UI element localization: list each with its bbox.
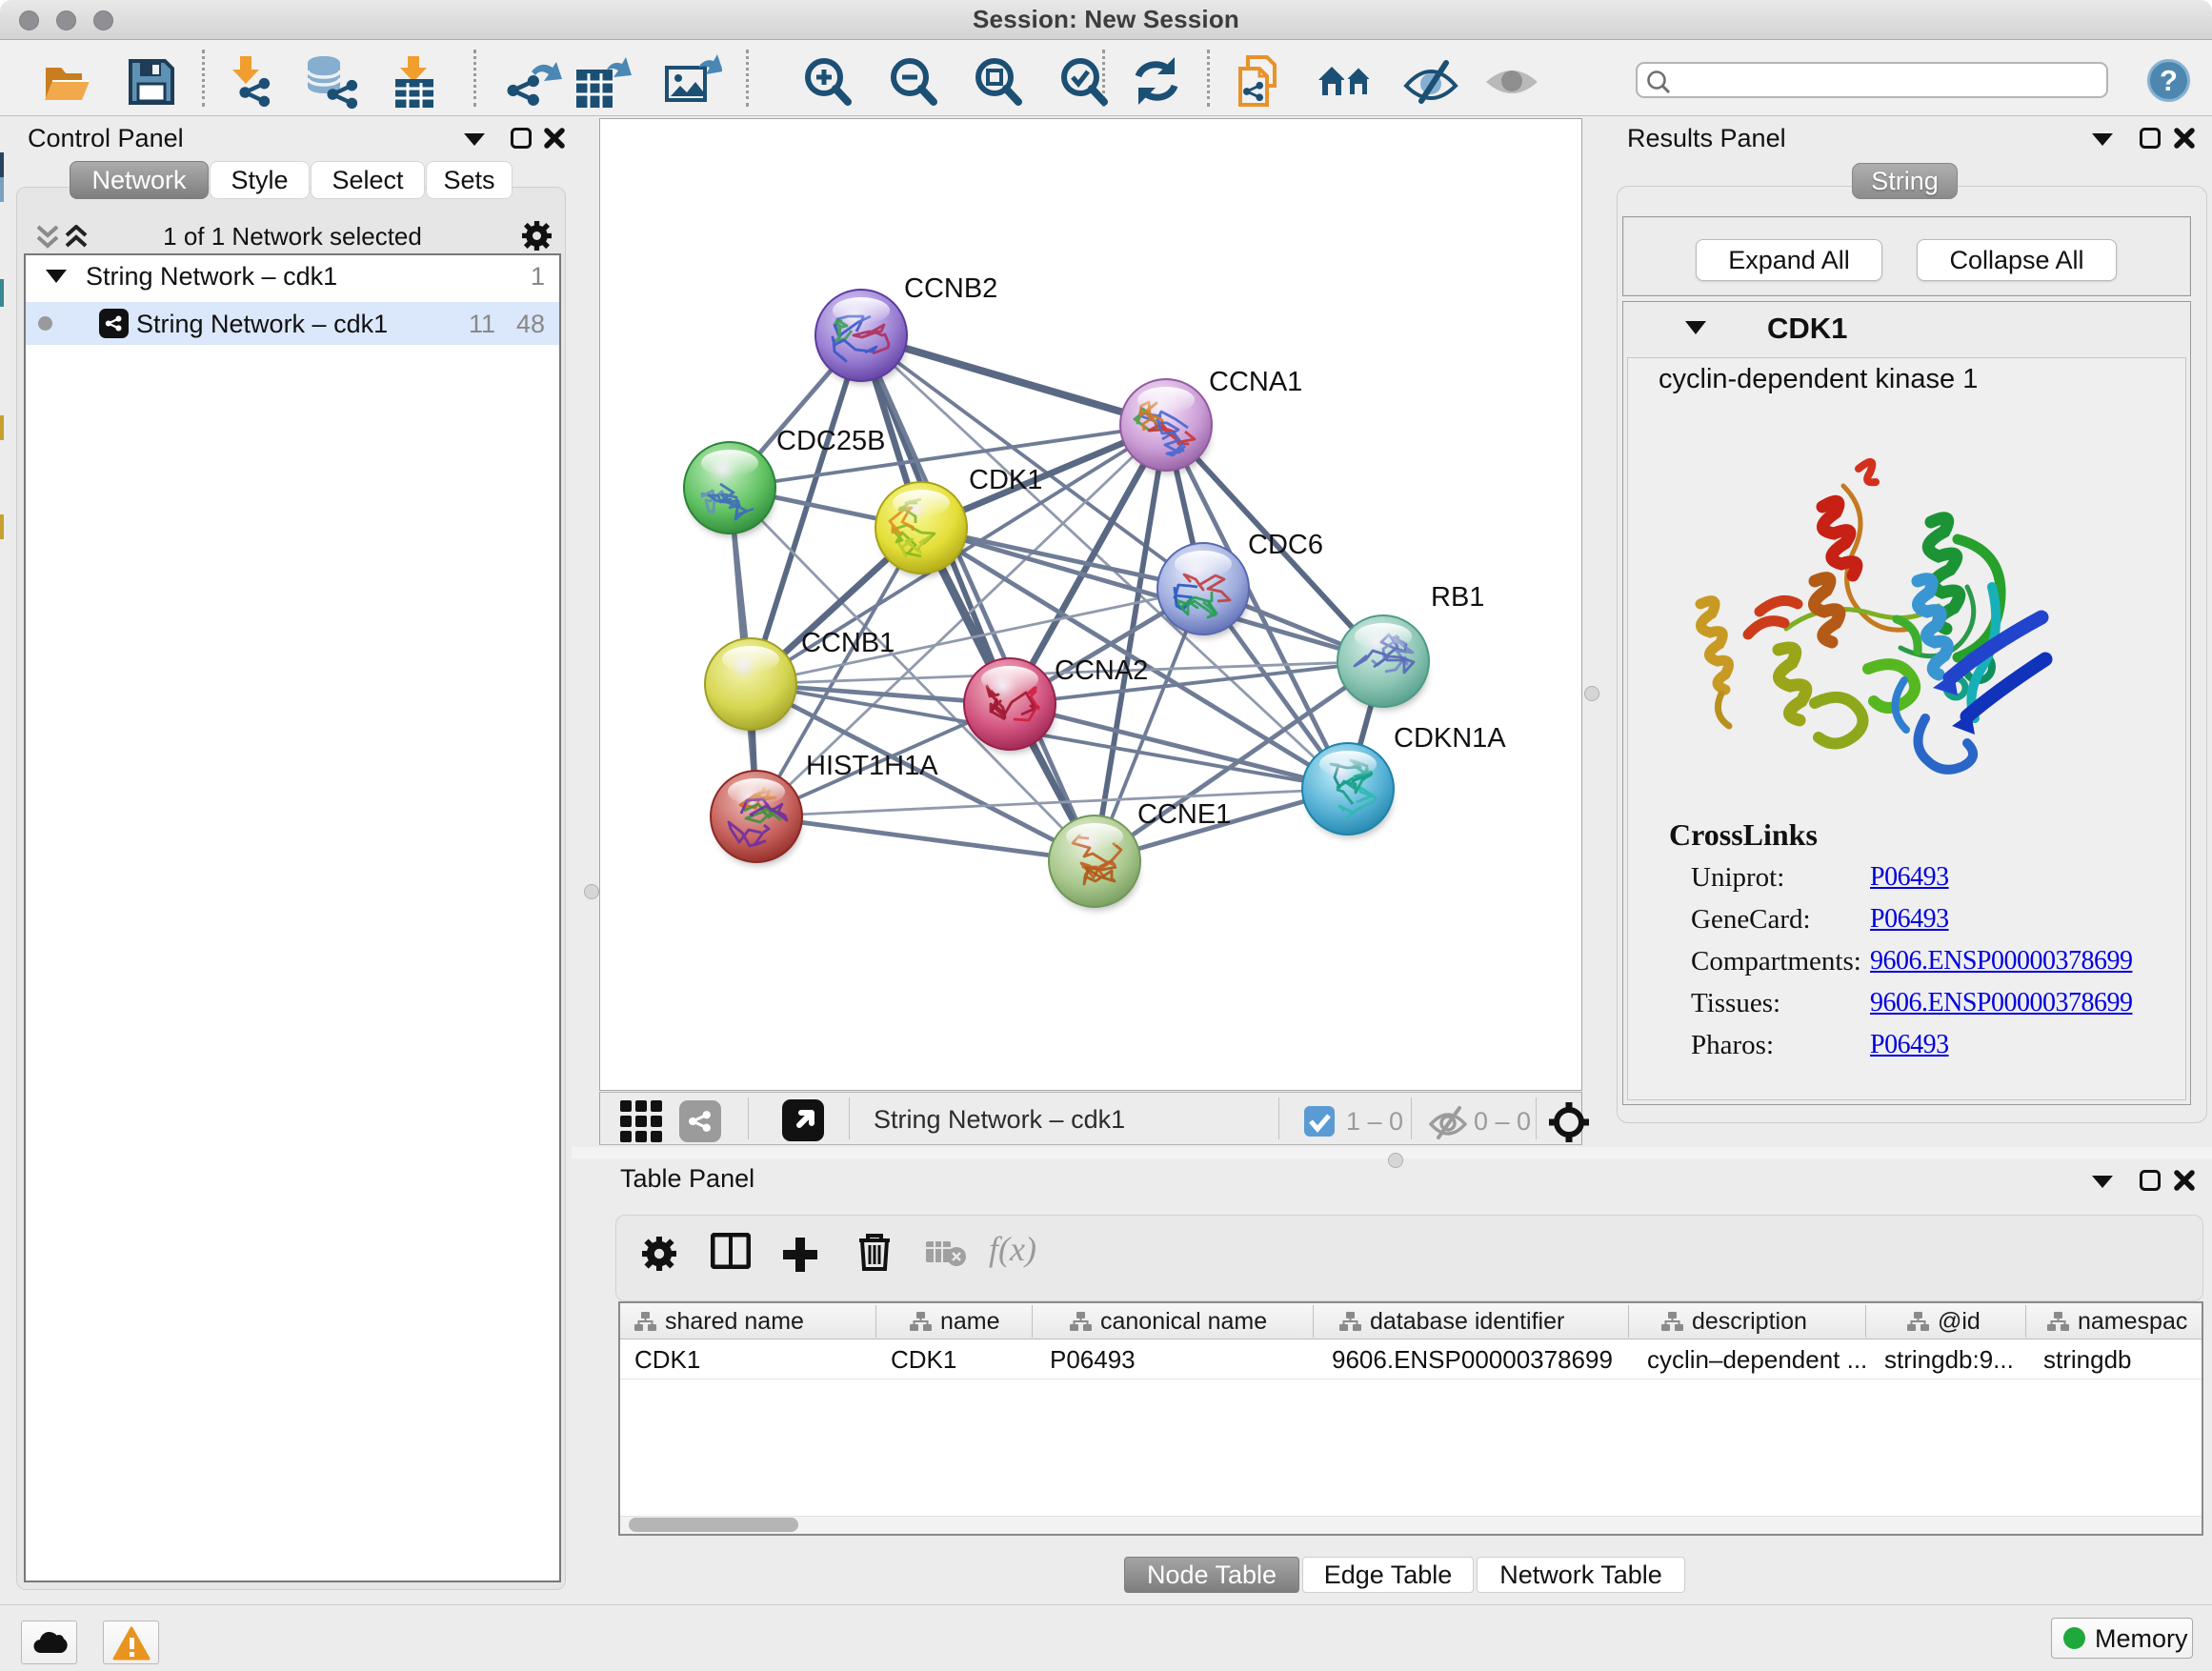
svg-text:CDK1: CDK1 (969, 465, 1042, 495)
svg-text:CCNA1: CCNA1 (1209, 367, 1302, 397)
svg-text:HIST1H1A: HIST1H1A (806, 751, 938, 781)
svg-text:CDC25B: CDC25B (776, 426, 885, 456)
svg-text:CCNB1: CCNB1 (801, 628, 895, 658)
svg-text:CDKN1A: CDKN1A (1394, 723, 1506, 754)
svg-text:RB1: RB1 (1431, 582, 1484, 613)
svg-text:CCNE1: CCNE1 (1137, 799, 1231, 830)
svg-text:CCNA2: CCNA2 (1055, 655, 1148, 686)
svg-text:CDC6: CDC6 (1248, 530, 1323, 560)
svg-text:CCNB2: CCNB2 (904, 273, 997, 304)
